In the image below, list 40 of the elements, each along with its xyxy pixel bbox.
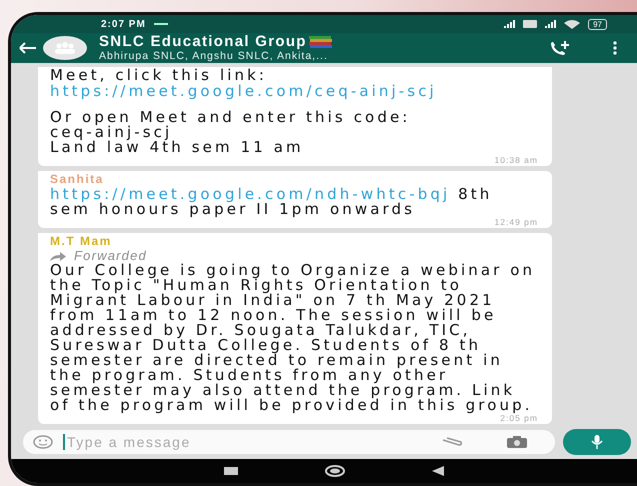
group-icon (52, 42, 78, 54)
message-text: Or open Meet and enter this code: (50, 110, 412, 125)
message-time: 10:38 am (494, 155, 538, 165)
message-text: Land law 4th sem 11 am (50, 140, 305, 155)
message-link[interactable]: https://meet.google.com/ceq-ainj-scj (50, 82, 437, 100)
add-call-icon[interactable] (549, 40, 571, 56)
home-button[interactable] (324, 465, 345, 477)
signal-icon (545, 20, 556, 28)
battery-icon: 97 (588, 18, 607, 30)
forward-arrow-icon (50, 252, 66, 260)
status-time: 2:07 PM (101, 18, 146, 30)
menu-icon[interactable] (613, 41, 617, 55)
paperclip-icon[interactable] (441, 437, 463, 447)
message-text: Our College is going to Organize a webinar on the Topic "Human Rights Orientation to Migrant Labour in India" on 7 th May 2021 from 11am to 12 noon. The session will be addressed by Dr. Sougata Talukdar, TIC, Sureswar Dutta College. Students of 8 th semester are directed to remain present in the program. Students from any other semester may also attend the program. Link of the program will be provided in this group. (50, 263, 536, 413)
back-arrow-icon[interactable] (19, 42, 37, 54)
message-field[interactable]: Type a message (23, 430, 555, 454)
microphone-icon (591, 435, 603, 449)
group-members: Abhirupa SNLC, Angshu SNLC, Ankita,... (99, 50, 329, 62)
books-icon (308, 36, 333, 48)
signal-icon (504, 20, 516, 28)
group-avatar[interactable] (43, 36, 87, 60)
back-button[interactable] (432, 466, 444, 476)
message-time: 2:05 pm (500, 413, 538, 423)
message-text: Meet, click this link: (50, 68, 268, 83)
group-name: SNLC Educational Group (99, 34, 307, 50)
message-link[interactable]: https://meet.google.com/ndh-whtc-bqj (50, 185, 450, 203)
wifi-icon (564, 20, 580, 28)
notification-icon (154, 22, 168, 26)
message-text: ceq-ainj-scj (50, 125, 172, 140)
microphone-button[interactable] (563, 429, 631, 455)
sender-name: Sanhita (50, 172, 105, 187)
camera-icon[interactable] (507, 436, 527, 448)
emoji-icon[interactable] (33, 435, 53, 449)
network-icon (523, 20, 538, 28)
sender-name: M.T Mam (50, 234, 113, 249)
forwarded-label: Forwarded (74, 249, 147, 263)
message-input[interactable]: Type a message (63, 434, 431, 450)
recents-button[interactable] (224, 467, 238, 475)
message-time: 12:49 pm (494, 217, 538, 227)
message-text: https://meet.google.com/ndh-whtc-bqj 8th sem honours paper II 1pm onwards (50, 187, 494, 217)
